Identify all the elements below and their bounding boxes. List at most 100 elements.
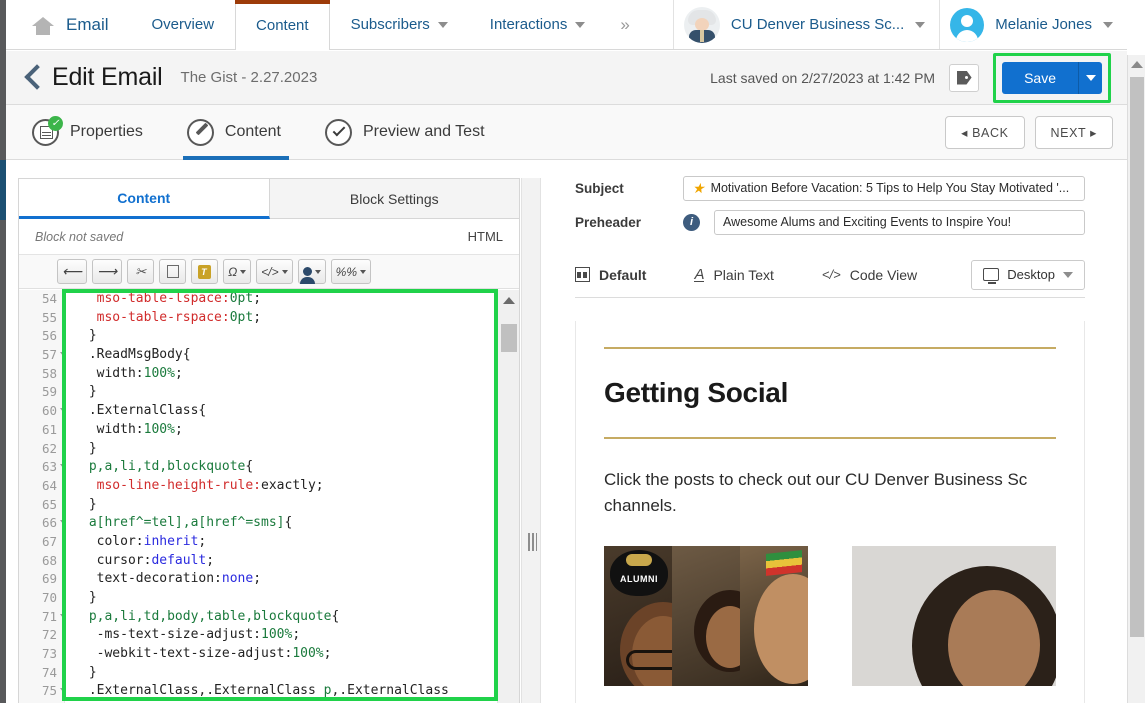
- tab-code-view[interactable]: </> Code View: [822, 252, 943, 298]
- page-header-actions: Last saved on 2/27/2023 at 1:42 PM Save: [710, 52, 1111, 103]
- step-preview-and-test[interactable]: Preview and Test: [324, 105, 507, 160]
- personalization-button[interactable]: [297, 259, 326, 284]
- code-line[interactable]: p,a,li,td,body,table,blockquote{: [81, 608, 519, 627]
- preview-view-tabs: Default A Plain Text </> Code View Deskt…: [575, 252, 1085, 298]
- code-token: ;: [198, 533, 207, 549]
- next-button[interactable]: NEXT ▸: [1034, 115, 1113, 149]
- more-tabs-icon[interactable]: »: [606, 0, 643, 49]
- paste-button[interactable]: [191, 259, 219, 284]
- code-editor[interactable]: 54 55 56 57 58 59 60 61 62 63 64 65 66 67 68 69 70 71 72 73…: [19, 290, 519, 703]
- chevron-down-icon: [915, 21, 926, 28]
- code-line[interactable]: -webkit-text-size-adjust:100%;: [81, 645, 519, 664]
- chevron-down-icon: [360, 269, 366, 274]
- editor-toolbar: ⟵ ⟶ ✂ Ω </> %%: [19, 255, 519, 289]
- cut-button[interactable]: ✂: [127, 259, 155, 284]
- code-line[interactable]: p,a,li,td,blockquote{: [81, 458, 519, 477]
- tab-block-settings[interactable]: Block Settings: [269, 179, 519, 219]
- undo-button[interactable]: ⟵: [57, 259, 88, 284]
- subject-label: Subject: [575, 180, 624, 196]
- back-chevron-icon[interactable]: [20, 63, 46, 93]
- code-line[interactable]: .ExternalClass,.ExternalClass p,.Externa…: [81, 682, 519, 701]
- code-token: 100%: [143, 421, 175, 437]
- code-line[interactable]: color:inherit;: [81, 533, 519, 552]
- code-line[interactable]: }: [81, 589, 519, 608]
- scroll-up-icon[interactable]: [503, 297, 515, 304]
- code-line[interactable]: }: [81, 496, 519, 515]
- account-selector[interactable]: CU Denver Business Sc...: [672, 0, 939, 49]
- code-token: ;: [253, 291, 262, 306]
- code-line[interactable]: }: [81, 383, 519, 402]
- code-line[interactable]: mso-table-lspace:0pt;: [81, 290, 519, 309]
- special-character-button[interactable]: Ω: [223, 259, 252, 284]
- user-menu[interactable]: Melanie Jones: [939, 0, 1127, 49]
- code-line[interactable]: }: [81, 440, 519, 459]
- panel-splitter[interactable]: [521, 178, 541, 703]
- preheader-value: Awesome Alums and Exciting Events to Ins…: [723, 215, 1012, 229]
- redo-button[interactable]: ⟶: [92, 259, 123, 284]
- code-line[interactable]: width:100%;: [81, 421, 519, 440]
- amp-script-button[interactable]: %%: [330, 259, 371, 284]
- code-editor-scrollbar[interactable]: [497, 290, 519, 703]
- nav-tab-subscribers[interactable]: Subscribers: [330, 0, 469, 49]
- code-text-area[interactable]: mso-table-lspace:0pt; mso-table-rspace:0…: [65, 290, 519, 703]
- save-button[interactable]: Save: [1002, 61, 1078, 94]
- nav-tab-content[interactable]: Content: [235, 0, 330, 50]
- subject-input[interactable]: ★ Motivation Before Vacation: 5 Tips to …: [683, 175, 1085, 201]
- code-token: default: [151, 552, 207, 568]
- code-button[interactable]: </>: [256, 259, 293, 284]
- save-dropdown-button[interactable]: [1078, 61, 1102, 94]
- code-line[interactable]: .ReadMsgBody{: [81, 346, 519, 365]
- email-preview-frame[interactable]: Read more Getting Social Click the posts…: [575, 321, 1085, 703]
- social-post-image-2[interactable]: [852, 545, 1056, 686]
- top-navigation-right: CU Denver Business Sc... Melanie Jones: [672, 0, 1127, 49]
- tag-button[interactable]: [949, 63, 980, 92]
- code-line[interactable]: text-decoration:none;: [81, 570, 519, 589]
- code-line[interactable]: mso-table-rspace:0pt;: [81, 309, 519, 328]
- home-icon[interactable]: [32, 15, 54, 35]
- line-number: 57: [19, 346, 66, 365]
- info-icon[interactable]: i: [683, 213, 700, 231]
- step-content[interactable]: Content: [182, 105, 303, 160]
- document-icon: ✓: [32, 115, 63, 146]
- preview-panel: Subject ★ Motivation Before Vacation: 5 …: [541, 171, 1127, 703]
- code-line[interactable]: .ExternalClass{: [81, 402, 519, 421]
- code-line[interactable]: -ms-text-size-adjust:100%;: [81, 626, 519, 645]
- tab-content[interactable]: Content: [19, 179, 270, 219]
- email-preview-scrollbar[interactable]: [1084, 321, 1085, 703]
- step-properties[interactable]: ✓ Properties: [32, 105, 165, 160]
- code-token: .ReadMsgBody{: [81, 347, 191, 363]
- preheader-row: Preheader i Awesome Alums and Exciting E…: [541, 205, 1127, 239]
- line-number: 59: [41, 384, 57, 400]
- chevron-down-icon: [1063, 271, 1073, 278]
- chevron-down-icon: [240, 269, 247, 274]
- code-line[interactable]: mso-line-height-rule:exactly;: [81, 477, 519, 496]
- code-line[interactable]: }: [81, 664, 519, 683]
- preheader-input[interactable]: Awesome Alums and Exciting Events to Ins…: [714, 209, 1085, 235]
- code-token: .ExternalClass{: [81, 403, 207, 419]
- brand-area[interactable]: Email: [6, 0, 131, 49]
- code-line[interactable]: }: [81, 327, 519, 346]
- social-post-image-1[interactable]: ALUMNI: [604, 545, 808, 686]
- copy-button[interactable]: [159, 259, 187, 284]
- scroll-up-icon[interactable]: [1131, 61, 1143, 68]
- nav-tab-interactions[interactable]: Interactions: [469, 0, 607, 49]
- scrollbar-thumb[interactable]: [1130, 77, 1144, 637]
- code-line[interactable]: a[href^=tel],a[href^=sms]{: [81, 514, 519, 533]
- code-token: width:: [81, 365, 144, 381]
- tab-plain-text[interactable]: A Plain Text: [694, 252, 799, 298]
- device-selector[interactable]: Desktop: [971, 259, 1085, 290]
- code-line[interactable]: cursor:default;: [81, 552, 519, 571]
- splitter-grip-icon[interactable]: [528, 533, 537, 551]
- layout-icon: [575, 267, 590, 282]
- user-name-label: Melanie Jones: [995, 16, 1092, 33]
- window-scrollbar[interactable]: [1127, 55, 1145, 703]
- code-token: {: [245, 459, 254, 475]
- line-number-gutter: 54 55 56 57 58 59 60 61 62 63 64 65 66 67 68 69 70 71 72 73…: [19, 290, 66, 703]
- person-icon: [299, 267, 315, 284]
- back-button[interactable]: ◂ BACK: [945, 115, 1025, 149]
- step-content-label: Content: [224, 123, 281, 140]
- code-line[interactable]: width:100%;: [81, 365, 519, 384]
- tab-default[interactable]: Default: [575, 252, 672, 298]
- nav-tab-overview[interactable]: Overview: [131, 0, 236, 49]
- scrollbar-thumb[interactable]: [501, 324, 517, 352]
